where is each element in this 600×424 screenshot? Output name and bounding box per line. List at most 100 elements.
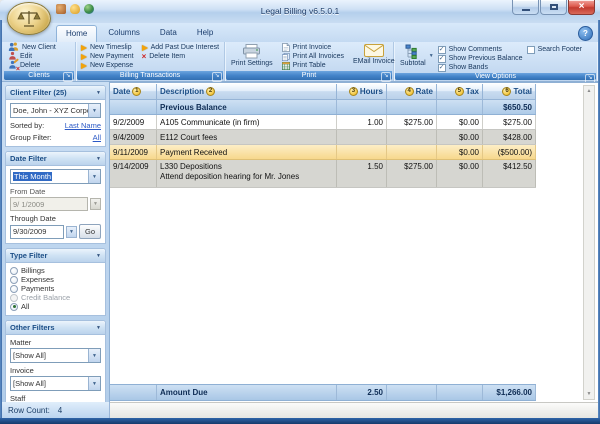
page-icon: [282, 43, 290, 52]
through-date-label: Through Date: [10, 214, 101, 223]
print-all-invoices-button[interactable]: Print All Invoices: [280, 52, 346, 61]
chevron-down-icon: ▼: [96, 253, 101, 259]
checkbox-checked-icon: ✓: [438, 64, 446, 72]
new-timeslip-button[interactable]: New Timeslip: [79, 43, 136, 52]
table-row[interactable]: 9/14/2009 L330 Depositions Attend deposi…: [110, 160, 536, 188]
tab-home[interactable]: Home: [56, 25, 97, 42]
radio-icon: [10, 276, 18, 284]
radio-disabled-icon: [10, 294, 18, 302]
column-badge-icon: 6: [502, 87, 511, 96]
matter-select[interactable]: [Show All] ▼: [10, 348, 101, 363]
email-invoice-button[interactable]: EMail Invoice: [350, 43, 398, 70]
vertical-scrollbar[interactable]: ▲ ▼: [583, 85, 595, 400]
from-date-field[interactable]: 9/ 1/2009: [10, 197, 88, 211]
type-radio-billings[interactable]: Billings: [10, 266, 101, 275]
checkbox-checked-icon: ✓: [438, 55, 446, 63]
minimize-button[interactable]: [512, 0, 539, 15]
comment-text: Attend deposition hearing for Mr. Jones: [160, 172, 299, 181]
cell-description: Payment Received: [157, 145, 337, 159]
go-button[interactable]: Go: [79, 224, 101, 239]
checkbox-checked-icon: ✓: [438, 46, 446, 54]
through-date-picker-button[interactable]: ▼: [66, 226, 77, 238]
sorted-by-link[interactable]: Last Name: [65, 121, 101, 130]
window-frame: [0, 418, 600, 424]
through-date-field[interactable]: 9/30/2009: [10, 225, 64, 239]
row-count-label: Row Count:: [8, 406, 50, 415]
scroll-down-icon[interactable]: ▼: [587, 389, 592, 399]
app-menu-button[interactable]: [7, 2, 51, 35]
tab-help[interactable]: Help: [188, 25, 222, 42]
row-count-value: 4: [58, 406, 62, 415]
client-filter-header[interactable]: Client Filter (25) ▼: [6, 86, 105, 100]
search-footer-checkbox[interactable]: Search Footer: [527, 45, 582, 54]
horizontal-scrollbar-track[interactable]: [110, 402, 598, 418]
help-button[interactable]: ?: [578, 26, 593, 41]
cell-total: $275.00: [483, 115, 536, 129]
cell-description: A105 Communicate (in firm): [157, 115, 337, 129]
qat-icon-1[interactable]: [56, 4, 66, 14]
invoice-select[interactable]: [Show All] ▼: [10, 376, 101, 391]
tab-data[interactable]: Data: [151, 25, 186, 42]
from-date-picker-button[interactable]: ▼: [90, 198, 101, 210]
column-header-tax[interactable]: 5Tax: [437, 84, 483, 99]
maximize-button[interactable]: [540, 0, 567, 15]
add-past-due-interest-button[interactable]: Add Past Due Interest: [140, 43, 221, 52]
ribbon-group-billing: New Timeslip New Payment New Expense Add…: [76, 42, 225, 81]
cell-rate: [387, 145, 437, 159]
tab-columns[interactable]: Columns: [99, 25, 149, 42]
amount-due-row: Amount Due 2.50 $1,266.00: [110, 384, 536, 401]
view-options-group-caption: View Options ↘: [395, 73, 596, 80]
print-settings-button[interactable]: Print Settings: [228, 43, 276, 70]
status-bar: Row Count: 4: [2, 402, 598, 418]
print-invoice-button[interactable]: Print Invoice: [280, 43, 346, 52]
cell-total: $650.50: [483, 100, 536, 114]
column-badge-icon: 5: [455, 87, 464, 96]
type-filter-header[interactable]: Type Filter ▼: [6, 249, 105, 263]
previous-balance-row: Previous Balance $650.50: [110, 100, 536, 115]
column-header-hours[interactable]: 3Hours: [337, 84, 387, 99]
print-table-button[interactable]: Print Table: [280, 61, 346, 70]
column-badge-icon: 2: [206, 87, 215, 96]
date-range-select[interactable]: This Month ▼: [10, 169, 101, 184]
type-radio-all[interactable]: All: [10, 302, 101, 311]
globe-icon[interactable]: [84, 4, 94, 14]
date-filter-header[interactable]: Date Filter ▼: [6, 152, 105, 166]
radio-icon: [10, 285, 18, 293]
close-button[interactable]: ×: [568, 0, 595, 15]
show-bands-checkbox[interactable]: ✓Show Bands: [438, 63, 523, 72]
date-filter-panel: Date Filter ▼ This Month ▼ From Date 9/ …: [5, 151, 106, 244]
envelope-icon: [364, 44, 384, 57]
dialog-launcher-icon[interactable]: ↘: [212, 72, 222, 82]
table-row-payment[interactable]: 9/11/2009 Payment Received $0.00 ($500.0…: [110, 145, 536, 160]
cell-hours: [337, 145, 387, 159]
new-payment-button[interactable]: New Payment: [79, 52, 136, 61]
new-expense-button[interactable]: New Expense: [79, 61, 136, 70]
dialog-launcher-icon[interactable]: ↘: [381, 72, 391, 82]
qat-icon-2[interactable]: [70, 4, 80, 14]
column-header-rate[interactable]: 4Rate: [387, 84, 437, 99]
table-icon: [282, 62, 290, 70]
client-select[interactable]: Doe, John - XYZ Corporation ▼: [10, 103, 101, 118]
type-radio-expenses[interactable]: Expenses: [10, 275, 101, 284]
column-header-description[interactable]: Description2: [157, 84, 337, 99]
delete-item-button[interactable]: ×Delete Item: [140, 52, 221, 61]
cell-description: Previous Balance: [157, 100, 337, 114]
group-filter-link[interactable]: All: [93, 133, 101, 142]
other-filters-header[interactable]: Other Filters ▼: [6, 321, 105, 335]
scroll-up-icon[interactable]: ▲: [587, 86, 592, 96]
group-filter-label: Group Filter:: [10, 133, 52, 142]
chevron-down-icon[interactable]: ▼: [429, 53, 434, 59]
column-header-total[interactable]: 6Total: [483, 84, 536, 99]
table-row[interactable]: 9/4/2009 E112 Court fees $0.00 $428.00: [110, 130, 536, 145]
show-comments-checkbox[interactable]: ✓Show Comments: [438, 45, 523, 54]
column-header-date[interactable]: Date1: [110, 84, 157, 99]
table-row[interactable]: 9/2/2009 A105 Communicate (in firm) 1.00…: [110, 115, 536, 130]
delete-client-button[interactable]: × Delete: [6, 61, 58, 70]
type-radio-payments[interactable]: Payments: [10, 284, 101, 293]
dialog-launcher-icon[interactable]: ↘: [63, 72, 73, 82]
ribbon-group-clients: New Client Edit × Delete Clients ↘: [3, 42, 76, 81]
show-previous-balance-checkbox[interactable]: ✓Show Previous Balance: [438, 54, 523, 63]
cell-description: E112 Court fees: [157, 130, 337, 144]
gold-arrow-icon: [142, 45, 148, 51]
subtotal-button[interactable]: Subtotal: [397, 43, 429, 67]
